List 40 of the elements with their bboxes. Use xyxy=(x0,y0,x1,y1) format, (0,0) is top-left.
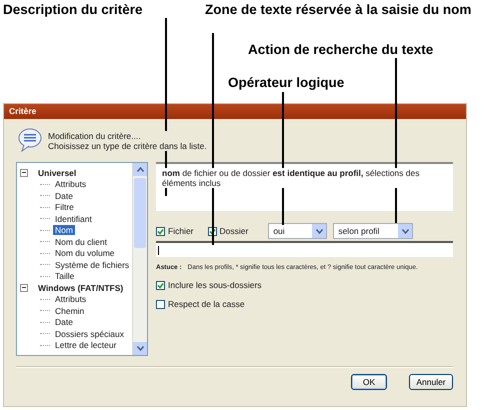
scroll-down-icon[interactable] xyxy=(136,346,144,351)
tree-item[interactable]: Lettre de lecteur xyxy=(53,340,118,350)
scrollbar-thumb[interactable] xyxy=(134,178,146,248)
tree-item[interactable]: Nom du client xyxy=(53,236,109,247)
tree-item[interactable]: Universel xyxy=(36,168,78,178)
dialog-button[interactable]: Annuler xyxy=(409,374,453,390)
callout-label: Opérateur logique xyxy=(228,75,344,90)
operator-dropdown[interactable]: oui xyxy=(268,223,328,239)
checkbox-label: Respect de la casse xyxy=(168,299,245,309)
tree-item[interactable]: Attributs xyxy=(53,294,88,304)
collapse-icon[interactable] xyxy=(20,284,28,292)
checkbox[interactable] xyxy=(156,226,165,236)
checkbox-label: Inclure les sous-dossiers xyxy=(168,280,262,290)
checkbox[interactable] xyxy=(156,280,165,290)
tree-item[interactable]: Nom du volume xyxy=(53,248,117,258)
tree-item[interactable]: Identifiant xyxy=(53,214,94,224)
name-input-field[interactable] xyxy=(156,241,453,257)
checkbox-label: Fichier xyxy=(168,226,194,236)
tree-item[interactable]: Système de fichiers xyxy=(53,260,132,270)
tree-item[interactable]: Date xyxy=(53,317,75,328)
checkbox-label: Dossier xyxy=(220,226,248,236)
speech-bubble-icon xyxy=(18,128,42,152)
header-subtitle: Choisissez un type de critère dans la liste. xyxy=(48,141,207,151)
callout-label: Description du critère xyxy=(3,2,143,17)
tree-item[interactable]: Taille xyxy=(53,271,76,282)
search-action-dropdown[interactable]: selon profil xyxy=(333,223,414,239)
collapse-icon[interactable] xyxy=(20,168,28,177)
tree-item[interactable]: Nom xyxy=(53,225,75,236)
checkbox[interactable] xyxy=(156,300,165,308)
callout-label: Action de recherche du texte xyxy=(248,42,434,57)
tree-item[interactable]: Dossiers spéciaux xyxy=(53,328,126,339)
tree-item[interactable]: Date xyxy=(53,190,75,201)
dialog-button[interactable]: OK xyxy=(351,374,387,390)
tree-item[interactable]: Windows (FAT/NTFS) xyxy=(36,282,126,293)
tree-item[interactable]: Chemin xyxy=(53,306,86,316)
tree-item[interactable]: Attributs xyxy=(53,179,88,190)
scroll-up-icon[interactable] xyxy=(136,167,144,172)
window-title: Critère xyxy=(4,104,466,119)
tree-item[interactable]: Filtre xyxy=(53,202,76,212)
callout-label: Zone de texte réservée à la saisie du nom xyxy=(205,2,472,17)
